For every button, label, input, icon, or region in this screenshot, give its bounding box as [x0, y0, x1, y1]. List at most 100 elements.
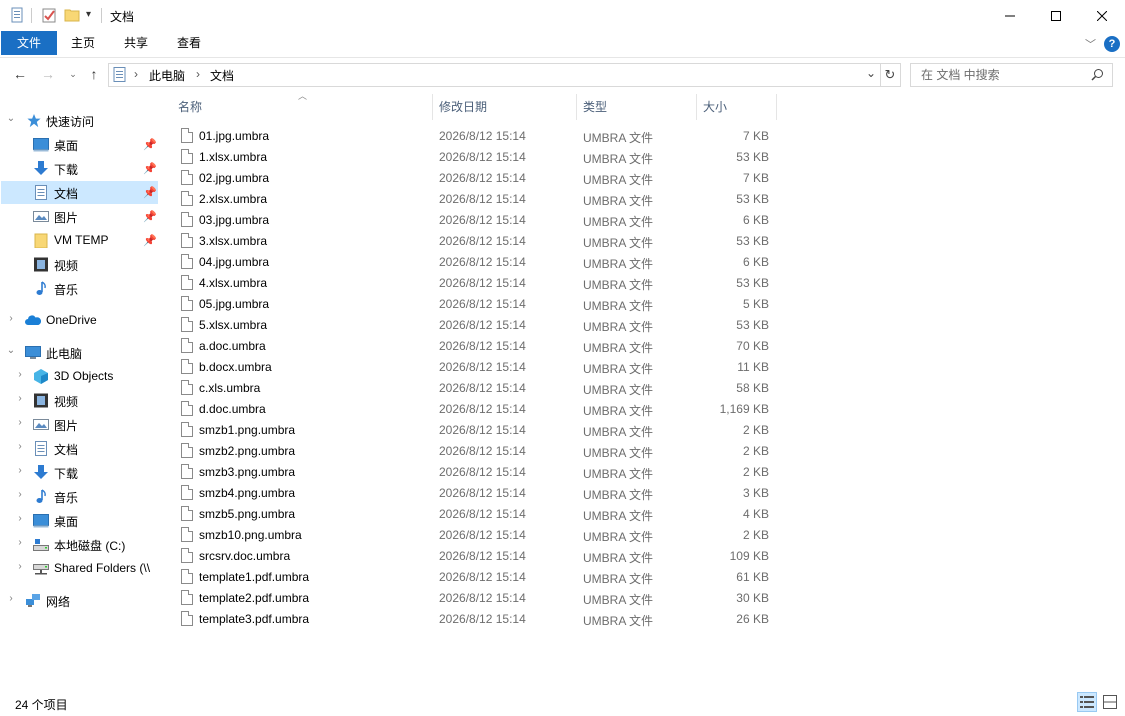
column-header-type[interactable]: 类型	[583, 98, 607, 115]
nav-quick-videos[interactable]: 视频	[1, 253, 158, 276]
nav-onedrive[interactable]: › OneDrive	[1, 309, 158, 332]
nav-pc-pictures[interactable]: › 图片	[1, 413, 158, 436]
nav-quick-downloads[interactable]: 下载 📌	[1, 157, 158, 180]
file-row[interactable]: 03.jpg.umbra 2026/8/12 15:14 UMBRA 文件 6 KB	[170, 210, 778, 231]
file-row[interactable]: 01.jpg.umbra 2026/8/12 15:14 UMBRA 文件 7 KB	[170, 126, 778, 147]
documents-icon[interactable]	[9, 7, 25, 23]
nav-pc-local-disk[interactable]: › 本地磁盘 (C:)	[1, 533, 158, 556]
help-icon[interactable]: ?	[1104, 36, 1120, 52]
column-divider[interactable]	[576, 94, 577, 120]
nav-pc-shared-folders[interactable]: › Shared Folders (\\	[1, 557, 158, 580]
tab-file[interactable]: 文件	[1, 31, 57, 55]
file-row[interactable]: d.doc.umbra 2026/8/12 15:14 UMBRA 文件 1,169 …	[170, 399, 778, 420]
file-row[interactable]: a.doc.umbra 2026/8/12 15:14 UMBRA 文件 70 KB	[170, 336, 778, 357]
search-input[interactable]	[919, 67, 1083, 83]
close-button[interactable]	[1079, 0, 1125, 31]
nav-pc-downloads[interactable]: › 下载	[1, 461, 158, 484]
collapsed-chevron-icon[interactable]: ›	[15, 441, 25, 452]
file-row[interactable]: 4.xlsx.umbra 2026/8/12 15:14 UMBRA 文件 53 KB	[170, 273, 778, 294]
search-icon[interactable]	[1091, 68, 1104, 81]
file-row[interactable]: smzb10.png.umbra 2026/8/12 15:14 UMBRA 文件 2…	[170, 525, 778, 546]
file-row[interactable]: template2.pdf.umbra 2026/8/12 15:14 UMBRA …	[170, 588, 778, 609]
nav-quick-access[interactable]: ⌄ 快速访问	[1, 109, 158, 132]
column-divider[interactable]	[432, 94, 433, 120]
address-dropdown-chevron-icon[interactable]: ⌄	[866, 66, 876, 80]
file-row[interactable]: smzb4.png.umbra 2026/8/12 15:14 UMBRA 文件 3 …	[170, 483, 778, 504]
nav-network[interactable]: › 网络	[1, 589, 158, 612]
nav-pc-desktop[interactable]: › 桌面	[1, 509, 158, 532]
file-row[interactable]: 3.xlsx.umbra 2026/8/12 15:14 UMBRA 文件 53 KB	[170, 231, 778, 252]
pin-icon[interactable]: 📌	[143, 210, 157, 223]
file-row[interactable]: b.docx.umbra 2026/8/12 15:14 UMBRA 文件 11 KB	[170, 357, 778, 378]
collapsed-chevron-icon[interactable]: ›	[15, 417, 25, 428]
column-divider[interactable]	[696, 94, 697, 120]
new-folder-icon[interactable]	[64, 7, 80, 23]
expanded-chevron-icon[interactable]: ⌄	[6, 113, 16, 124]
column-header-name[interactable]: 名称	[178, 98, 202, 115]
file-row[interactable]: 02.jpg.umbra 2026/8/12 15:14 UMBRA 文件 7 KB	[170, 168, 778, 189]
file-row[interactable]: c.xls.umbra 2026/8/12 15:14 UMBRA 文件 58 KB	[170, 378, 778, 399]
nav-label: 下载	[54, 163, 79, 177]
tab-share[interactable]: 共享	[115, 31, 157, 55]
pin-icon[interactable]: 📌	[143, 186, 157, 199]
column-header-size[interactable]: 大小	[703, 98, 727, 115]
collapsed-chevron-icon[interactable]: ›	[15, 537, 25, 548]
column-header-date[interactable]: 修改日期	[439, 98, 487, 115]
details-view-button[interactable]	[1077, 692, 1097, 712]
file-row[interactable]: 5.xlsx.umbra 2026/8/12 15:14 UMBRA 文件 53 KB	[170, 315, 778, 336]
pin-icon[interactable]: 📌	[143, 162, 157, 175]
tab-view[interactable]: 查看	[168, 31, 210, 55]
nav-quick-vm-temp[interactable]: VM TEMP 📌	[1, 229, 158, 252]
address-bar[interactable]: › 此电脑 › 文档 ⌄	[108, 63, 881, 87]
maximize-button[interactable]	[1033, 0, 1079, 31]
forward-arrow-icon[interactable]: →	[40, 66, 56, 82]
collapsed-chevron-icon[interactable]: ›	[15, 369, 25, 380]
collapsed-chevron-icon[interactable]: ›	[6, 593, 16, 604]
refresh-button[interactable]: ↻	[880, 63, 901, 87]
recent-locations-chevron-icon[interactable]: ⌄	[65, 66, 81, 82]
collapsed-chevron-icon[interactable]: ›	[15, 489, 25, 500]
expanded-chevron-icon[interactable]: ⌄	[6, 345, 16, 356]
file-row[interactable]: srcsrv.doc.umbra 2026/8/12 15:14 UMBRA 文件 1…	[170, 546, 778, 567]
back-arrow-icon[interactable]: ←	[12, 66, 28, 82]
breadcrumb-documents[interactable]: 文档	[210, 67, 234, 84]
expand-ribbon-chevron-icon[interactable]: ﹀	[1085, 36, 1096, 52]
nav-quick-desktop[interactable]: 桌面 📌	[1, 133, 158, 156]
nav-pc-documents[interactable]: › 文档	[1, 437, 158, 460]
nav-this-pc[interactable]: ⌄ 此电脑	[1, 341, 158, 364]
file-row[interactable]: smzb5.png.umbra 2026/8/12 15:14 UMBRA 文件 4 …	[170, 504, 778, 525]
collapsed-chevron-icon[interactable]: ›	[15, 465, 25, 476]
nav-pc-music[interactable]: › 音乐	[1, 485, 158, 508]
nav-quick-pictures[interactable]: 图片 📌	[1, 205, 158, 228]
search-box[interactable]	[910, 63, 1113, 87]
file-row[interactable]: template3.pdf.umbra 2026/8/12 15:14 UMBRA …	[170, 609, 778, 630]
file-name: srcsrv.doc.umbra	[199, 549, 291, 563]
nav-pc-videos[interactable]: › 视频	[1, 389, 158, 412]
nav-quick-documents[interactable]: 文档 📌	[1, 181, 158, 204]
customize-toolbar-chevron-icon[interactable]: ▾	[86, 9, 91, 20]
file-row[interactable]: 04.jpg.umbra 2026/8/12 15:14 UMBRA 文件 6 KB	[170, 252, 778, 273]
file-row[interactable]: template1.pdf.umbra 2026/8/12 15:14 UMBRA …	[170, 567, 778, 588]
large-icons-view-button[interactable]	[1100, 692, 1120, 712]
file-row[interactable]: smzb3.png.umbra 2026/8/12 15:14 UMBRA 文件 2 …	[170, 462, 778, 483]
file-row[interactable]: smzb2.png.umbra 2026/8/12 15:14 UMBRA 文件 2 …	[170, 441, 778, 462]
collapsed-chevron-icon[interactable]: ›	[15, 393, 25, 404]
collapsed-chevron-icon[interactable]: ›	[15, 513, 25, 524]
file-row[interactable]: smzb1.png.umbra 2026/8/12 15:14 UMBRA 文件 2 …	[170, 420, 778, 441]
file-row[interactable]: 05.jpg.umbra 2026/8/12 15:14 UMBRA 文件 5 KB	[170, 294, 778, 315]
file-size: 2 KB	[742, 423, 769, 437]
nav-quick-music[interactable]: 音乐	[1, 277, 158, 300]
minimize-button[interactable]	[987, 0, 1033, 31]
file-row[interactable]: 2.xlsx.umbra 2026/8/12 15:14 UMBRA 文件 53 KB	[170, 189, 778, 210]
collapsed-chevron-icon[interactable]: ›	[15, 561, 25, 572]
pin-icon[interactable]: 📌	[143, 234, 157, 247]
file-row[interactable]: 1.xlsx.umbra 2026/8/12 15:14 UMBRA 文件 53 KB	[170, 147, 778, 168]
pin-icon[interactable]: 📌	[143, 138, 157, 151]
breadcrumb-this-pc[interactable]: 此电脑	[149, 67, 185, 84]
properties-icon[interactable]	[41, 7, 57, 23]
collapsed-chevron-icon[interactable]: ›	[6, 313, 16, 324]
nav-pc-3d-objects[interactable]: › 3D Objects	[1, 365, 158, 388]
tab-home[interactable]: 主页	[62, 31, 104, 55]
up-arrow-icon[interactable]: ↑	[86, 66, 102, 82]
column-divider[interactable]	[776, 94, 777, 120]
